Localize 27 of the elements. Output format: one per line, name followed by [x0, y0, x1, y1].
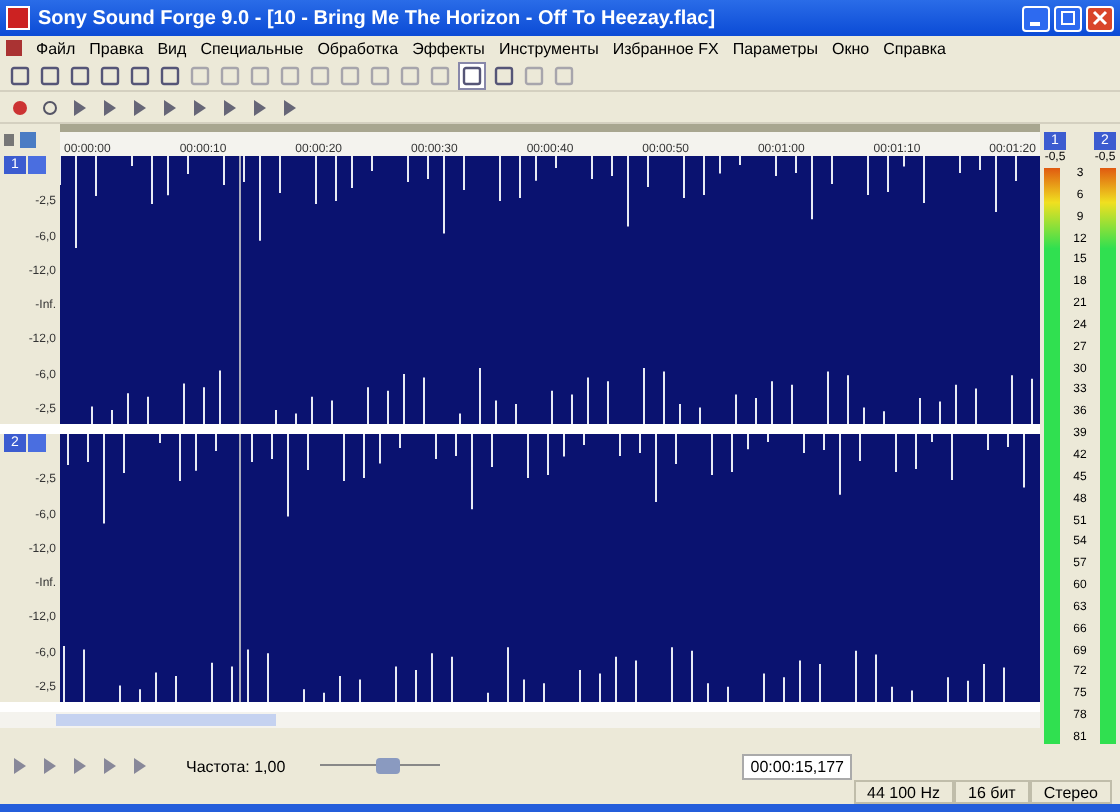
close-button[interactable]	[1086, 5, 1114, 31]
app-icon	[6, 6, 30, 30]
record-icon[interactable]	[8, 95, 32, 119]
scrollbar-thumb[interactable]	[56, 714, 276, 726]
menu-item[interactable]: Инструменты	[498, 39, 599, 57]
menu-item[interactable]: Файл	[36, 39, 76, 57]
minimize-button[interactable]	[1022, 5, 1050, 31]
menu-item[interactable]: Окно	[831, 39, 870, 57]
menu-item[interactable]: Правка	[89, 39, 144, 57]
menu-item[interactable]: Специальные	[200, 39, 304, 57]
menu-item[interactable]: Параметры	[732, 39, 818, 57]
maximize-button[interactable]	[1054, 5, 1082, 31]
menu-item[interactable]: Справка	[883, 39, 946, 57]
status-field: Стерео	[1029, 780, 1112, 804]
position-field: 00:00:15,177	[742, 753, 852, 779]
rate-label: Частота: 1,00	[186, 757, 286, 775]
menu-item[interactable]: Эффекты	[412, 39, 485, 57]
menu-item[interactable]: Избранное FX	[612, 39, 719, 57]
rate-slider-thumb[interactable]	[376, 758, 401, 774]
menu-item[interactable]: Вид	[157, 39, 187, 57]
maximize-icon	[1060, 10, 1076, 26]
close-icon	[1092, 10, 1108, 26]
loop-icon[interactable]	[38, 95, 62, 119]
window-title: Sony Sound Forge 9.0 - [10 - Bring Me The Horizon - Off To Heezay.flac]	[38, 7, 718, 29]
menu-item[interactable]: Обработка	[317, 39, 399, 57]
status-field: 44 100 Hz	[853, 780, 954, 804]
status-field: 16 бит	[954, 780, 1030, 804]
